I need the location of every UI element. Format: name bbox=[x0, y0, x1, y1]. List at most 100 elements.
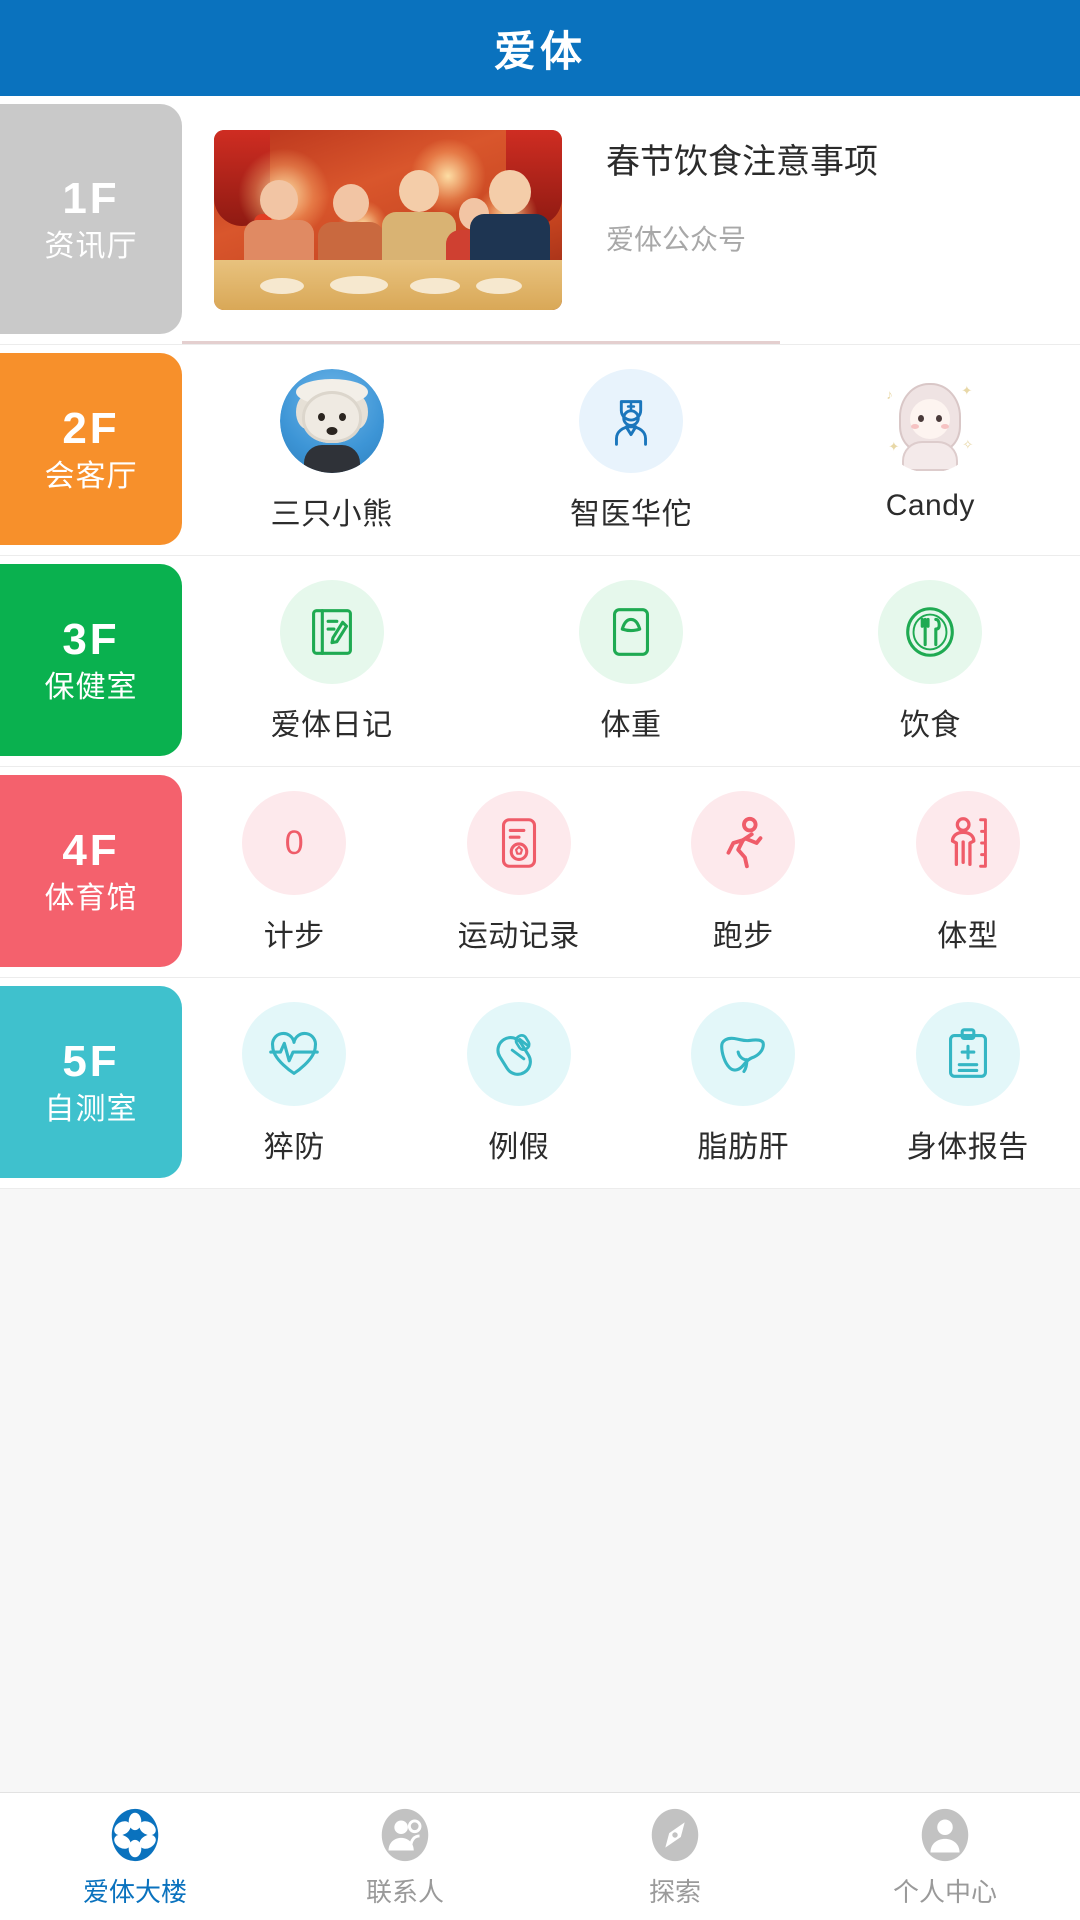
floor-row-4f: 4F 体育馆 0 计步 运动记录 跑步 体型 bbox=[0, 767, 1080, 978]
app-label: 猝防 bbox=[263, 1131, 325, 1164]
floor-body-2f: 三只小熊 智医华佗 ♪ ✦ ✦ ✧ Candy bbox=[182, 345, 1080, 555]
app-label: 运动记录 bbox=[457, 920, 580, 953]
tab-explore[interactable]: 探索 bbox=[540, 1804, 810, 1909]
health-app-grid: 爱体日记 体重 饮食 bbox=[182, 574, 1080, 748]
app-item-exercise-record[interactable]: 运动记录 bbox=[407, 791, 632, 955]
flower-building-icon bbox=[104, 1804, 166, 1866]
floor-tab-1f[interactable]: 1F 资讯厅 bbox=[0, 104, 182, 334]
tab-aiti-building[interactable]: 爱体大楼 bbox=[0, 1804, 270, 1909]
compass-icon bbox=[644, 1804, 706, 1866]
liver-icon bbox=[691, 1002, 796, 1106]
app-header: 爱体 bbox=[0, 0, 1080, 96]
floor-name: 会客厅 bbox=[44, 460, 138, 494]
body-shape-icon bbox=[915, 791, 1020, 895]
floor-number: 1F bbox=[62, 174, 120, 224]
contact-item-sanzhixiaoxiong[interactable]: 三只小熊 bbox=[182, 369, 481, 533]
bottom-navigation: 爱体大楼 联系人 探索 个人中心 bbox=[0, 1792, 1080, 1920]
illustration-dish bbox=[476, 278, 522, 294]
weight-scale-icon bbox=[578, 580, 683, 684]
step-count-value: 0 bbox=[284, 823, 304, 862]
app-item-body-shape[interactable]: 体型 bbox=[856, 791, 1080, 955]
contact-label: Candy bbox=[885, 489, 975, 522]
floor-name: 自测室 bbox=[44, 1093, 138, 1127]
floor-number: 2F bbox=[62, 404, 120, 454]
sports-app-grid: 0 计步 运动记录 跑步 体型 bbox=[182, 785, 1080, 959]
tab-label: 个人中心 bbox=[892, 1877, 997, 1907]
floor-name: 体育馆 bbox=[44, 882, 138, 916]
app-label: 跑步 bbox=[712, 920, 774, 953]
app-label: 爱体日记 bbox=[270, 709, 393, 742]
illustration-person bbox=[382, 170, 456, 270]
contact-grid: 三只小熊 智医华佗 ♪ ✦ ✦ ✧ Candy bbox=[182, 363, 1080, 537]
app-label: 身体报告 bbox=[906, 1131, 1029, 1164]
plate-cutlery-icon bbox=[878, 580, 983, 684]
running-icon bbox=[691, 791, 796, 895]
app-label: 脂肪肝 bbox=[697, 1131, 789, 1164]
app-item-body-report[interactable]: 身体报告 bbox=[856, 1002, 1080, 1166]
building-list: 1F 资讯厅 春节饮食注意事项 爱体公众号 2F 会客厅 三只小熊 智医华佗 ♪… bbox=[0, 96, 1080, 1189]
heart-pulse-icon bbox=[242, 1002, 347, 1106]
app-label: 计步 bbox=[263, 920, 325, 953]
app-item-diary[interactable]: 爱体日记 bbox=[182, 580, 481, 744]
floor-name: 保健室 bbox=[44, 671, 138, 705]
app-label: 体型 bbox=[937, 920, 999, 953]
floor-body-1f: 春节饮食注意事项 爱体公众号 bbox=[182, 96, 1080, 344]
floor-tab-3f[interactable]: 3F 保健室 bbox=[0, 564, 182, 756]
exercise-record-icon bbox=[466, 791, 571, 895]
doctor-icon bbox=[578, 369, 683, 473]
floor-number: 3F bbox=[62, 615, 120, 665]
floor-row-5f: 5F 自测室 猝防 例假 脂肪肝 身体报告 bbox=[0, 978, 1080, 1189]
contact-label: 三只小熊 bbox=[270, 498, 393, 531]
floor-name: 资讯厅 bbox=[44, 230, 138, 264]
app-label: 体重 bbox=[600, 709, 662, 742]
contact-label: 智医华佗 bbox=[569, 498, 692, 531]
floor-number: 5F bbox=[62, 1037, 120, 1087]
app-root: 爱体 1F 资讯厅 春节饮食注意事项 爱体公众号 2F 会客厅 三只小熊 智医华… bbox=[0, 0, 1080, 1920]
app-label: 饮食 bbox=[899, 709, 961, 742]
floor-body-5f: 猝防 例假 脂肪肝 身体报告 bbox=[182, 978, 1080, 1188]
contact-item-zhiyihuatuo[interactable]: 智医华佗 bbox=[481, 369, 780, 533]
app-item-running[interactable]: 跑步 bbox=[631, 791, 856, 955]
clipboard-report-icon bbox=[915, 1002, 1020, 1106]
selftest-app-grid: 猝防 例假 脂肪肝 身体报告 bbox=[182, 996, 1080, 1170]
floor-body-3f: 爱体日记 体重 饮食 bbox=[182, 556, 1080, 766]
floor-row-2f: 2F 会客厅 三只小熊 智医华佗 ♪ ✦ ✦ ✧ Candy bbox=[0, 345, 1080, 556]
news-card[interactable]: 春节饮食注意事项 爱体公众号 bbox=[182, 114, 1080, 326]
app-label: 例假 bbox=[488, 1131, 550, 1164]
news-title: 春节饮食注意事项 bbox=[606, 143, 878, 181]
anime-girl-avatar-icon: ♪ ✦ ✦ ✧ bbox=[878, 369, 983, 473]
news-text-block: 春节饮食注意事项 爱体公众号 bbox=[562, 130, 1056, 258]
tab-label: 爱体大楼 bbox=[82, 1877, 187, 1907]
floor-body-4f: 0 计步 运动记录 跑步 体型 bbox=[182, 767, 1080, 977]
app-item-fatty-liver[interactable]: 脂肪肝 bbox=[631, 1002, 856, 1166]
contacts-icon bbox=[374, 1804, 436, 1866]
floor-tab-5f[interactable]: 5F 自测室 bbox=[0, 986, 182, 1178]
floor-row-1f: 1F 资讯厅 春节饮食注意事项 爱体公众号 bbox=[0, 96, 1080, 345]
illustration-dish bbox=[330, 276, 388, 294]
step-count-icon: 0 bbox=[242, 791, 347, 895]
page-title: 爱体 bbox=[493, 27, 586, 75]
app-item-menstruation[interactable]: 例假 bbox=[407, 1002, 632, 1166]
floor-tab-2f[interactable]: 2F 会客厅 bbox=[0, 353, 182, 545]
news-divider bbox=[182, 341, 780, 344]
app-item-step-count[interactable]: 0 计步 bbox=[182, 791, 407, 955]
tab-label: 探索 bbox=[648, 1877, 701, 1907]
illustration-dish bbox=[260, 278, 304, 294]
news-thumbnail bbox=[214, 130, 562, 310]
diary-icon bbox=[279, 580, 384, 684]
floor-row-3f: 3F 保健室 爱体日记 体重 饮食 bbox=[0, 556, 1080, 767]
tab-profile[interactable]: 个人中心 bbox=[810, 1804, 1080, 1909]
app-item-weight[interactable]: 体重 bbox=[481, 580, 780, 744]
illustration-dish bbox=[410, 278, 460, 294]
dog-photo-avatar-icon bbox=[279, 369, 384, 473]
tab-contacts[interactable]: 联系人 bbox=[270, 1804, 540, 1909]
contact-item-candy[interactable]: ♪ ✦ ✦ ✧ Candy bbox=[781, 369, 1080, 533]
floor-number: 4F bbox=[62, 826, 120, 876]
tab-label: 联系人 bbox=[365, 1877, 444, 1907]
profile-icon bbox=[914, 1804, 976, 1866]
app-item-diet[interactable]: 饮食 bbox=[781, 580, 1080, 744]
floor-tab-4f[interactable]: 4F 体育馆 bbox=[0, 775, 182, 967]
news-source: 爱体公众号 bbox=[606, 223, 747, 255]
sanitary-pad-icon bbox=[466, 1002, 571, 1106]
app-item-sudden-death-prevention[interactable]: 猝防 bbox=[182, 1002, 407, 1166]
